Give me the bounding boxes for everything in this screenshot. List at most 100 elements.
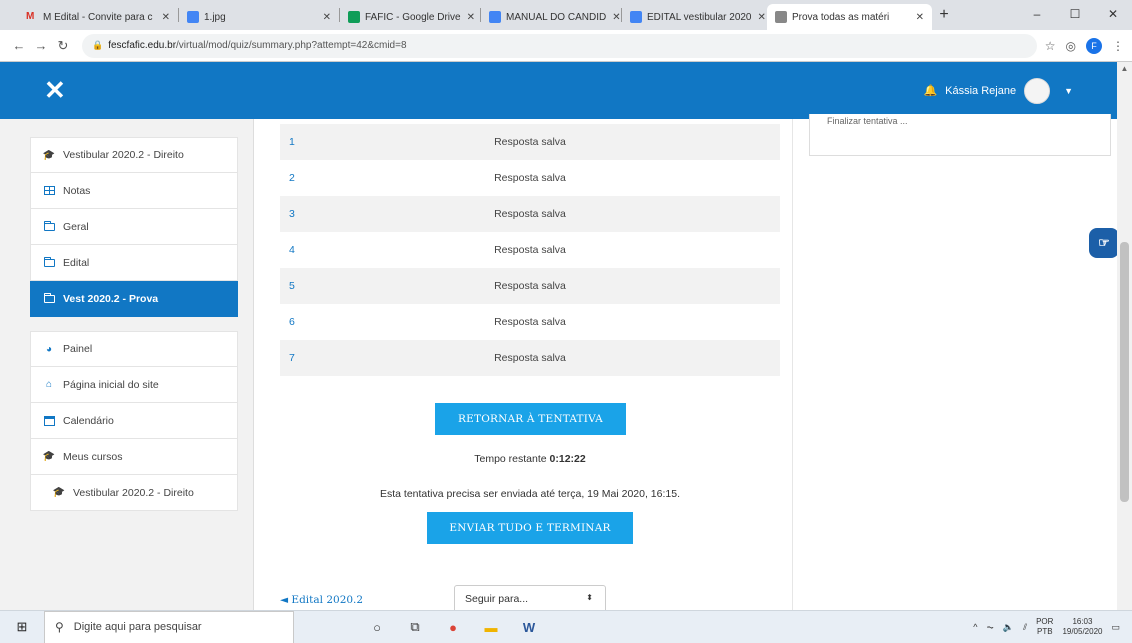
close-drawer-icon[interactable]: ✕: [44, 75, 66, 106]
scrollbar-thumb[interactable]: [1120, 242, 1129, 502]
notifications-icon[interactable]: ▭: [1111, 622, 1120, 633]
window-close-icon[interactable]: ✕: [1094, 0, 1132, 28]
file-explorer-icon[interactable]: ▬: [482, 618, 500, 636]
clock[interactable]: 16:03 19/05/2020: [1062, 617, 1102, 637]
question-number-link[interactable]: 7: [280, 352, 340, 364]
question-number-link[interactable]: 5: [280, 280, 340, 292]
system-tray: ^ ⏦ 🔈 ⫽ POR PTB 16:03 19/05/2020 ▭: [973, 617, 1132, 637]
scroll-up-icon[interactable]: ▲: [1117, 62, 1132, 76]
folder-icon: [43, 292, 55, 305]
table-row: 1 Resposta salva: [280, 124, 780, 160]
chevron-down-icon[interactable]: ▼: [1064, 86, 1073, 96]
table-row: 4 Resposta salva: [280, 232, 780, 268]
site-navbar: ✕ 🔔 Kássia Rejane ▼: [0, 62, 1117, 119]
sidebar-item-course-direito[interactable]: 🎓 Vestibular 2020.2 - Direito: [30, 475, 238, 511]
chrome-icon[interactable]: ●: [444, 618, 462, 636]
back-icon[interactable]: ←: [8, 38, 30, 53]
grid-icon: [43, 185, 55, 197]
graduation-cap-icon: 🎓: [52, 487, 66, 498]
sidebar-item-notas[interactable]: Notas: [30, 173, 238, 209]
url-input[interactable]: 🔒 fescfafic.edu.br /virtual/mod/quiz/sum…: [82, 33, 1037, 58]
question-number-link[interactable]: 3: [280, 208, 340, 220]
minimize-icon[interactable]: ‒: [1018, 0, 1056, 28]
cortana-icon[interactable]: ○: [368, 618, 386, 636]
language-switch-icon[interactable]: ⫽: [1023, 622, 1027, 633]
lock-icon: 🔒: [92, 40, 104, 50]
question-number-link[interactable]: 1: [280, 136, 340, 148]
jump-to-select[interactable]: Seguir para... ⬍: [454, 585, 606, 613]
bell-icon[interactable]: 🔔: [923, 84, 937, 97]
graduation-cap-icon: 🎓: [42, 149, 56, 161]
close-icon[interactable]: ✕: [752, 12, 766, 23]
sidebar-item-geral[interactable]: Geral: [30, 209, 238, 245]
url-host: fescfafic.edu.br: [108, 40, 177, 51]
sidebar-item-home[interactable]: ⌂ Página inicial do site: [30, 367, 238, 403]
folder-icon: [43, 220, 55, 233]
task-view-icon[interactable]: ⧉: [406, 618, 424, 636]
browser-tab-bar: M M Edital - Convite para c ✕ 1.jpg ✕ FA…: [0, 0, 1132, 30]
question-status: Resposta salva: [494, 352, 566, 364]
question-number-link[interactable]: 6: [280, 316, 340, 328]
close-icon[interactable]: ✕: [317, 12, 331, 23]
browser-tab[interactable]: FAFIC - Google Drive ✕: [340, 4, 480, 30]
forward-icon[interactable]: →: [30, 38, 52, 53]
page-scrollbar[interactable]: ▲: [1117, 62, 1132, 610]
network-icon[interactable]: ⏦: [987, 622, 994, 633]
timer-value: 0:12:22: [549, 453, 586, 465]
star-icon[interactable]: ☆: [1045, 39, 1056, 53]
window-controls: ‒ ☐ ✕: [1018, 0, 1132, 28]
tab-title: 1.jpg: [204, 11, 226, 23]
question-number-link[interactable]: 4: [280, 244, 340, 256]
search-placeholder: Digite aqui para pesquisar: [73, 621, 202, 633]
search-icon: ⚲: [55, 620, 64, 634]
sidebar-item-calendar[interactable]: Calendário: [30, 403, 238, 439]
taskbar-search-input[interactable]: ⚲ Digite aqui para pesquisar: [44, 610, 294, 643]
browser-tab[interactable]: MANUAL DO CANDID ✕: [481, 4, 621, 30]
sidebar-item-my-courses[interactable]: 🎓 Meus cursos: [30, 439, 238, 475]
maximize-icon[interactable]: ☐: [1056, 0, 1094, 28]
shield-icon[interactable]: ◎: [1066, 39, 1076, 53]
question-status: Resposta salva: [494, 316, 566, 328]
language-indicator[interactable]: POR PTB: [1036, 617, 1053, 637]
browser-tab[interactable]: EDITAL vestibular 2020 ✕: [622, 4, 767, 30]
close-icon[interactable]: ✕: [910, 12, 924, 23]
chevron-up-icon[interactable]: ^: [973, 622, 977, 632]
tab-title: MANUAL DO CANDID: [506, 11, 607, 23]
deadline-text: Esta tentativa precisa ser enviada até t…: [379, 488, 680, 500]
user-menu[interactable]: 🔔 Kássia Rejane ▼: [923, 77, 1073, 104]
close-icon[interactable]: ✕: [606, 12, 620, 23]
question-number-link[interactable]: 2: [280, 172, 340, 184]
word-icon[interactable]: W: [520, 618, 538, 636]
previous-activity-link[interactable]: ◄ Edital 2020.2: [280, 594, 363, 606]
close-icon[interactable]: ✕: [156, 12, 170, 23]
user-name[interactable]: Kássia Rejane: [945, 85, 1016, 97]
question-status: Resposta salva: [494, 280, 566, 292]
windows-start-icon[interactable]: ⊞: [0, 619, 44, 635]
question-status: Resposta salva: [494, 172, 566, 184]
time-remaining: Tempo restante 0:12:22: [254, 453, 806, 465]
sidebar-item-painel[interactable]: ◕ Painel: [30, 331, 238, 367]
browser-tab[interactable]: M M Edital - Convite para c ✕: [18, 4, 178, 30]
new-tab-button[interactable]: +: [932, 6, 956, 24]
finish-attempt-link[interactable]: Finalizar tentativa ...: [827, 116, 908, 126]
return-to-attempt-button[interactable]: RETORNAR À TENTATIVA: [435, 403, 626, 435]
quiz-summary-table: 1 Resposta salva 2 Resposta salva 3 Resp…: [280, 124, 780, 376]
volume-icon[interactable]: 🔈: [1003, 622, 1014, 633]
browser-tab[interactable]: 1.jpg ✕: [179, 4, 339, 30]
reload-icon[interactable]: ↻: [52, 38, 74, 54]
browser-tab-active[interactable]: Prova todas as matéri ✕: [767, 4, 932, 30]
sidebar-item-prova[interactable]: Vest 2020.2 - Prova: [30, 281, 238, 317]
sidebar-item-edital[interactable]: Edital: [30, 245, 238, 281]
document-icon: [489, 11, 501, 23]
more-menu-icon[interactable]: ⋮: [1112, 39, 1124, 53]
google-drive-icon: [348, 11, 360, 23]
avatar[interactable]: [1024, 77, 1051, 104]
quiz-navigation-pane: Finalizar tentativa ...: [792, 114, 1117, 610]
submit-all-button[interactable]: ENVIAR TUDO E TERMINAR: [427, 512, 633, 544]
profile-avatar[interactable]: F: [1086, 37, 1102, 54]
sidebar-item-course[interactable]: 🎓 Vestibular 2020.2 - Direito: [30, 137, 238, 173]
windows-taskbar: ⊞ ⚲ Digite aqui para pesquisar ○ ⧉ ● ▬ W…: [0, 610, 1132, 643]
tab-title: Prova todas as matéri: [792, 11, 890, 23]
close-icon[interactable]: ✕: [461, 12, 475, 23]
accessibility-icon[interactable]: ☞: [1089, 228, 1119, 258]
